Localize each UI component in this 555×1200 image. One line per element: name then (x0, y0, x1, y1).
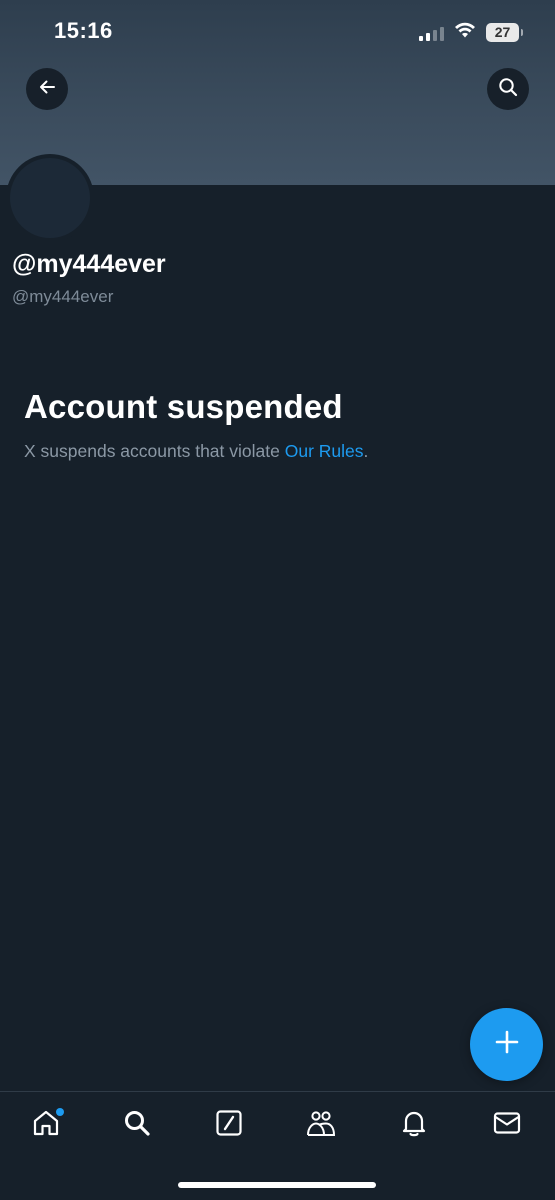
username-handle: @my444ever (12, 287, 114, 306)
suspended-message-text: X suspends accounts that violate (24, 441, 285, 461)
status-time: 15:16 (54, 18, 113, 43)
nav-home[interactable] (24, 1107, 68, 1143)
avatar-ring (6, 154, 94, 242)
battery-indicator: 27 (486, 23, 523, 42)
mail-icon (492, 1108, 522, 1143)
communities-icon (305, 1108, 337, 1143)
suspended-title: Account suspended (24, 388, 343, 425)
wifi-icon (453, 21, 477, 44)
home-indicator[interactable] (178, 1182, 376, 1188)
search-icon (122, 1108, 152, 1143)
status-bar: 15:16 27 (0, 0, 555, 62)
compose-button[interactable] (470, 1008, 543, 1081)
back-button[interactable] (26, 68, 68, 110)
nav-messages[interactable] (485, 1107, 529, 1143)
nav-communities[interactable] (299, 1107, 343, 1143)
grok-icon (214, 1108, 244, 1143)
cellular-signal-icon (419, 25, 444, 41)
display-name: @my444ever (12, 250, 166, 278)
nav-grok[interactable] (207, 1107, 251, 1143)
avatar[interactable] (10, 158, 90, 238)
status-icons: 27 (419, 21, 523, 44)
our-rules-link[interactable]: Our Rules (285, 441, 364, 461)
suspended-message-end: . (363, 441, 369, 461)
arrow-left-icon (37, 77, 57, 102)
profile-screen: 15:16 27 @my444ever @my444ever Account s… (0, 0, 555, 1200)
bell-icon (399, 1108, 429, 1143)
notification-dot (56, 1108, 64, 1116)
nav-notifications[interactable] (392, 1107, 436, 1143)
plus-icon (494, 1029, 520, 1060)
search-icon (498, 77, 518, 102)
search-button[interactable] (487, 68, 529, 110)
suspended-message: X suspends accounts that violate Our Rul… (24, 441, 368, 462)
nav-search[interactable] (115, 1107, 159, 1143)
